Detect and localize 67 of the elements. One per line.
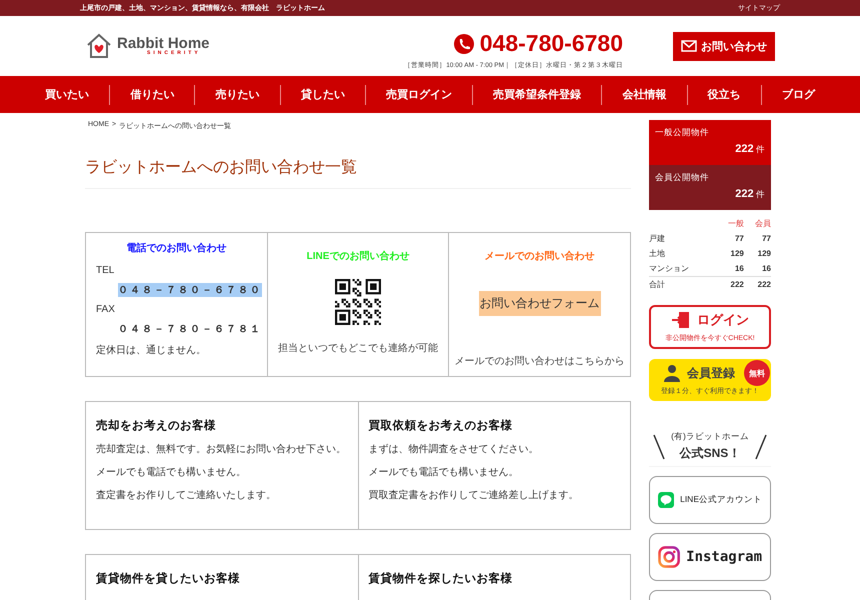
line-account-button[interactable]: LINE公式アカウント [649, 476, 771, 524]
contact-form-button[interactable]: お問い合わせフォーム [478, 291, 601, 316]
qr-code-icon [335, 279, 381, 325]
row-label: 合計 [649, 276, 717, 292]
phone-icon [454, 34, 474, 54]
row-label: マンション [649, 261, 717, 276]
panel-text: メールでも電話でも構いません。 [96, 466, 247, 479]
panel-text: 買取査定書をお作りしてご連絡差し上げます。 [368, 488, 580, 502]
panel-heading: 買取依頼をお考えのお客様 [368, 418, 514, 433]
tel-number: ０４８－７８０－６７８０ [118, 283, 262, 297]
slash-icon [754, 434, 767, 460]
count-unit: 件 [756, 144, 765, 154]
contact-heading: メールでのお問い合わせ [484, 250, 595, 263]
house-heart-icon [85, 32, 113, 60]
listing-count: 222 [735, 188, 754, 200]
company-name: (有)ラビットホーム [671, 431, 749, 443]
contact-note: 担当といつでもどこでも連絡が可能 [278, 342, 438, 355]
listing-count-card[interactable]: 会員公開物件 222 件 [649, 165, 771, 210]
phone-number: 048-780-6780 [480, 30, 623, 57]
door-icon [671, 311, 691, 329]
panel-text: まずは、物件調査をさせてください。 [368, 442, 540, 456]
nav-item[interactable]: 売買希望条件登録 [473, 87, 602, 102]
panel-text: 査定書をお作りしてご連絡いたします。 [96, 488, 277, 502]
contact-heading: 電話でのお問い合わせ [126, 242, 226, 255]
table-cell: 129 [744, 246, 771, 261]
nav-item[interactable]: 売買ログイン [366, 87, 472, 102]
sns-heading: 公式SNS！ [680, 445, 740, 462]
count-unit: 件 [756, 189, 765, 199]
nav-item[interactable]: 会社情報 [602, 87, 687, 102]
panel-heading: 賃貸物件を探したいお客様 [368, 571, 514, 586]
nav-item[interactable]: 借りたい [110, 87, 194, 102]
listing-count-card[interactable]: 一般公開物件 222 件 [649, 120, 771, 165]
nav-item[interactable]: 貸したい [280, 87, 365, 102]
row-label: 土地 [649, 248, 666, 260]
panel-text: 売却査定は、無料です。お気軽にお問い合わせ下さい。 [96, 442, 347, 456]
column-header: 一般 [726, 218, 744, 230]
nav-item[interactable]: ブログ [762, 87, 835, 102]
table-cell: 222 [744, 276, 771, 292]
table-cell: 222 [716, 276, 744, 292]
table-cell-text: 77 [734, 233, 744, 245]
page-title: ラビットホームへのお問い合わせ一覧 [85, 157, 631, 189]
row-label: 戸建 [649, 233, 666, 245]
nav-item[interactable]: 役立ち [688, 87, 761, 102]
table-cell: 16 [744, 261, 771, 276]
nav-item[interactable]: 売りたい [195, 87, 280, 102]
nav-item[interactable]: 買いたい [25, 87, 110, 102]
contact-button[interactable]: お問い合わせ [673, 32, 775, 60]
column-header: 会員 [744, 218, 771, 231]
fax-label: FAX [96, 304, 116, 315]
mail-icon [681, 40, 697, 52]
contact-note: メールでのお問い合わせはこちらから [454, 355, 625, 368]
panel-text: メールでも電話でも構いません。 [368, 466, 520, 479]
panel-heading: 賃貸物件を貸したいお客様 [96, 571, 241, 586]
table-cell-text: 77 [761, 233, 771, 245]
listing-count: 222 [735, 143, 754, 155]
panel-heading: 売却をお考えのお客様 [96, 418, 217, 433]
listing-label: 会員公開物件 [655, 172, 710, 184]
table-cell-text: 129 [730, 248, 744, 260]
table-cell: 16 [716, 261, 744, 276]
tel-label: TEL [96, 265, 116, 276]
fax-number: ０４８－７８０－６７８１ [118, 323, 262, 336]
contact-note: 定休日は、通じません。 [96, 344, 207, 357]
listing-label: 一般公開物件 [655, 127, 710, 139]
instagram-button[interactable]: Instagram [649, 533, 771, 581]
slash-icon [653, 434, 665, 460]
person-icon [663, 364, 681, 382]
contact-heading: LINEでのお問い合わせ [306, 250, 410, 263]
